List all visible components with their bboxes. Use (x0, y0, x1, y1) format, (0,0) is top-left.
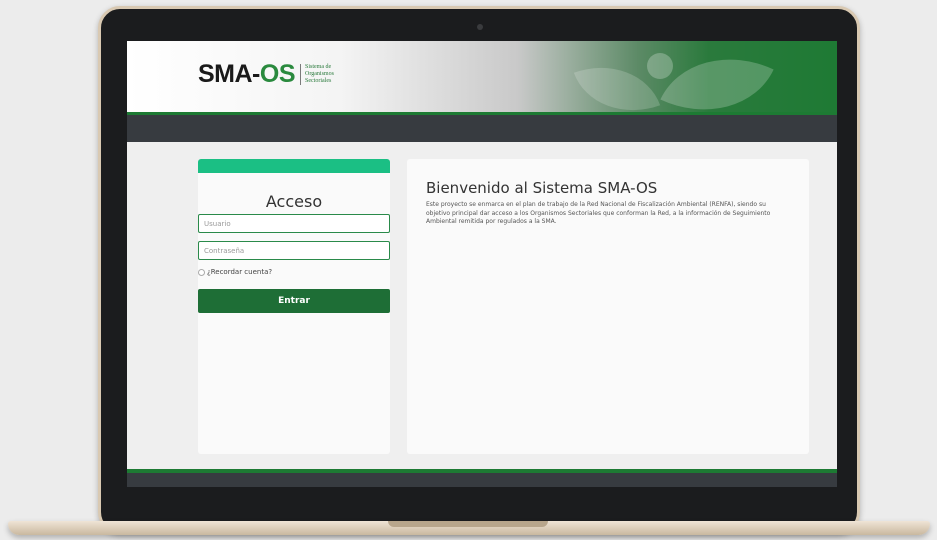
logo-text: SMA-OS (198, 60, 296, 88)
site-header: SMA-OS Sistema de Organismos Sectoriales (127, 41, 837, 115)
navigation-bar (127, 115, 837, 142)
remember-account[interactable]: ¿Recordar cuenta? (198, 268, 272, 276)
site-footer (127, 473, 837, 487)
logo-subtitle: Sistema de Organismos Sectoriales (300, 64, 344, 85)
welcome-card: Bienvenido al Sistema SMA-OS Este proyec… (407, 159, 809, 454)
laptop-hinge-notch (388, 521, 548, 527)
login-button[interactable]: Entrar (198, 289, 390, 313)
remember-checkbox[interactable] (198, 268, 205, 276)
webcam-icon (477, 24, 483, 30)
username-input[interactable] (198, 214, 390, 233)
password-input[interactable] (198, 241, 390, 260)
remember-label: ¿Recordar cuenta? (207, 268, 273, 276)
login-card: Acceso ¿Recordar cuenta? Entrar (198, 159, 390, 454)
welcome-title: Bienvenido al Sistema SMA-OS (426, 179, 658, 197)
login-card-accent (198, 159, 390, 173)
login-title: Acceso (265, 192, 323, 211)
welcome-description: Este proyecto se enmarca en el plan de t… (426, 201, 771, 225)
sma-os-logo[interactable]: SMA-OS Sistema de Organismos Sectoriales (198, 60, 344, 89)
browser-screen: SMA-OS Sistema de Organismos Sectoriales… (127, 41, 837, 487)
